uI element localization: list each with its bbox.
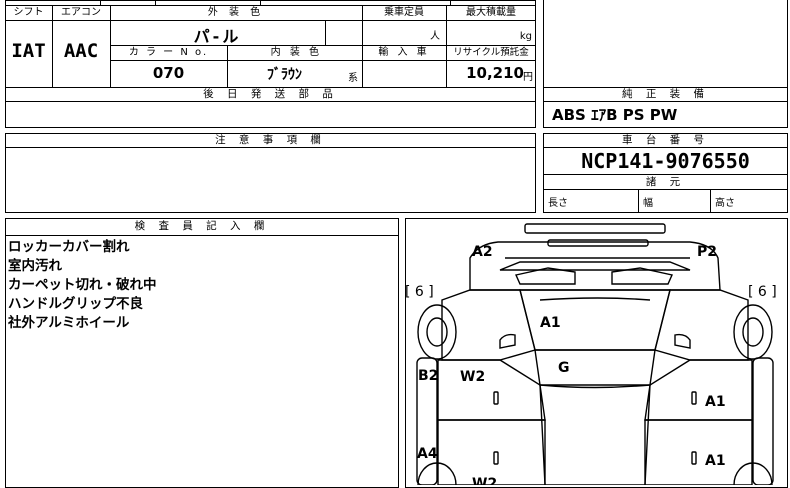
mark-a2: A2 (472, 244, 493, 260)
mark-a1-right-upper: A1 (705, 394, 726, 410)
mark-b2: B2 (418, 368, 438, 384)
mark-a1-hood: A1 (540, 315, 561, 331)
mark-g: G (558, 360, 570, 376)
mark-a4: A4 (417, 446, 438, 462)
mark-a1-right-lower: A1 (705, 453, 726, 469)
car-diagram: A2 P2 [ 6 ] [ 6 ] A1 G B2 W2 A1 A4 A1 W2 (405, 223, 777, 485)
mark-w2-bottom: W2 (472, 476, 497, 485)
mark-p2: P2 (697, 244, 717, 260)
car-outline (416, 223, 774, 485)
mark-right-six: [ 6 ] (748, 284, 777, 300)
mark-w2: W2 (460, 369, 485, 385)
mark-left-six: [ 6 ] (405, 284, 434, 300)
